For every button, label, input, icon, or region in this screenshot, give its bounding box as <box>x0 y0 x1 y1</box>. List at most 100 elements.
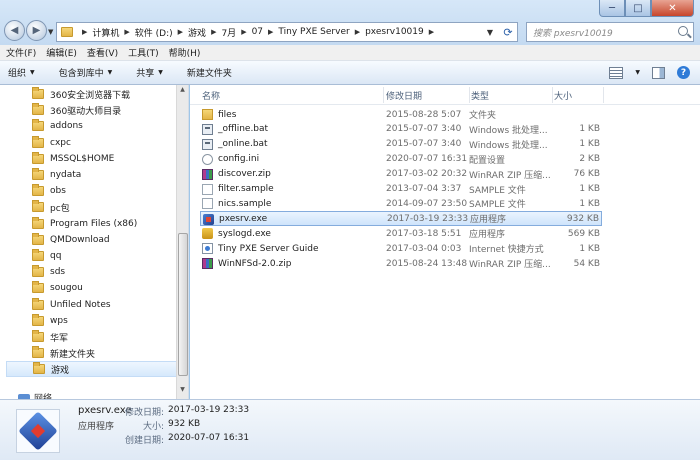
nav-folder-item[interactable]: QMDownload <box>32 232 110 248</box>
column-size-label: 大小 <box>554 91 573 102</box>
column-header-size[interactable]: 大小 <box>554 87 604 103</box>
chevron-right-icon[interactable]: ▶ <box>211 28 216 36</box>
menu-help[interactable]: 帮助(H) <box>169 46 201 59</box>
nav-folder-item[interactable]: qq <box>32 248 61 264</box>
recent-pages-dropdown[interactable]: ▼ <box>48 28 53 36</box>
chevron-right-icon[interactable]: ▶ <box>268 28 273 36</box>
breadcrumb-item[interactable]: 7月 ▶ <box>221 26 251 39</box>
file-date: 2017-03-04 0:03 <box>386 243 462 254</box>
breadcrumb-item[interactable]: 游戏 ▶ <box>188 26 221 39</box>
chevron-down-icon: ▼ <box>107 69 113 76</box>
forward-button[interactable]: ▶ <box>26 20 47 41</box>
nav-folder-item[interactable]: 游戏 <box>6 361 178 378</box>
nav-folder-item[interactable]: Unfiled Notes <box>32 297 111 313</box>
address-dropdown-icon[interactable]: ▼ <box>481 28 499 37</box>
breadcrumb-item[interactable]: 07 ▶ <box>252 26 279 39</box>
nav-folder-item[interactable]: obs <box>32 183 66 199</box>
scrollbar-thumb[interactable] <box>178 233 188 376</box>
file-type: SAMPLE 文件 <box>469 200 526 211</box>
file-row[interactable]: Tiny PXE Server Guide 2017-03-04 0:03 Inte… <box>200 241 602 256</box>
breadcrumb-item[interactable]: 计算机 ▶ <box>92 26 134 39</box>
file-row[interactable]: config.ini 2020-07-07 16:31 配置设置 2 KB <box>200 152 602 167</box>
close-button[interactable]: ✕ <box>651 0 694 17</box>
new-folder-button[interactable]: 新建文件夹 <box>187 66 232 79</box>
nav-folder-label: sds <box>50 267 66 278</box>
details-modified-label: 修改日期: <box>124 408 164 418</box>
nav-folder-label: MSSQL$HOME <box>50 153 115 164</box>
breadcrumb-label: 计算机 <box>92 28 120 39</box>
nav-folder-item[interactable]: cxpc <box>32 135 71 151</box>
organize-button[interactable]: 组织 ▼ <box>8 66 35 79</box>
chevron-right-icon[interactable]: ▶ <box>241 28 246 36</box>
nav-folder-item[interactable]: MSSQL$HOME <box>32 151 114 167</box>
change-view-icon[interactable] <box>609 66 624 79</box>
file-row[interactable]: WinNFSd-2.0.zip 2015-08-24 13:48 WinRAR ZI… <box>200 256 602 271</box>
folder-icon <box>32 168 44 180</box>
minimize-button[interactable]: ─ <box>599 0 625 17</box>
chevron-down-icon: ▼ <box>30 69 35 76</box>
column-header-date[interactable]: 修改日期 <box>386 87 470 103</box>
column-type-label: 类型 <box>471 91 490 102</box>
nav-folder-item[interactable]: sougou <box>32 280 83 296</box>
breadcrumb-item[interactable]: 软件 (D:) ▶ <box>135 26 188 39</box>
chevron-right-icon[interactable]: ▶ <box>178 28 183 36</box>
nav-folder-item[interactable]: 360驱动大师目录 <box>32 102 121 118</box>
views-dropdown-icon[interactable]: ▼ <box>635 69 640 76</box>
chevron-down-icon: ▼ <box>158 69 163 76</box>
scroll-up-icon[interactable]: ▲ <box>177 86 188 98</box>
nav-folder-item[interactable]: nydata <box>32 167 81 183</box>
file-row[interactable]: files 2015-08-28 5:07 文件夹 <box>200 107 602 122</box>
nav-folder-item[interactable]: 360安全浏览器下载 <box>32 86 130 102</box>
chevron-right-icon[interactable]: ▶ <box>355 28 360 36</box>
breadcrumb-item[interactable]: Tiny PXE Server ▶ <box>278 26 365 39</box>
file-row[interactable]: _online.bat 2015-07-07 3:40 Windows 批处理...… <box>200 137 602 152</box>
nav-scrollbar[interactable]: ▲ ▼ <box>176 85 188 399</box>
file-size: 76 KB <box>573 169 600 180</box>
nav-folder-item[interactable]: 新建文件夹 <box>32 345 95 361</box>
scroll-down-icon[interactable]: ▼ <box>177 386 188 398</box>
nav-folder-label: nydata <box>50 170 82 180</box>
chevron-right-icon[interactable]: ▶ <box>429 28 434 36</box>
chevron-right-icon[interactable]: ▶ <box>82 28 87 36</box>
file-row[interactable]: _offline.bat 2015-07-07 3:40 Windows 批处理..… <box>200 122 602 137</box>
file-row[interactable]: pxesrv.exe 2017-03-19 23:33 应用程序 932 KB <box>200 211 602 227</box>
preview-pane-icon[interactable] <box>652 66 665 79</box>
address-bar[interactable]: ▶ 计算机 ▶ 软件 (D:) ▶ 游戏 ▶ 7月 ▶ 07 ▶ Tiny PXE Server ▶ p… <box>56 22 518 42</box>
file-row[interactable]: discover.zip 2017-03-02 20:32 WinRAR ZIP 压… <box>200 167 602 182</box>
include-in-library-label: 包含到库中 <box>58 69 104 79</box>
nav-folder-item[interactable]: 华军 <box>32 329 68 345</box>
search-input[interactable]: 搜索 pxesrv10019 <box>526 22 694 42</box>
file-row[interactable]: filter.sample 2013-07-04 3:37 SAMPLE 文件 1 K… <box>200 182 602 197</box>
nav-folder-item[interactable]: wps <box>32 313 68 329</box>
help-icon[interactable]: ? <box>677 66 690 79</box>
column-header-name[interactable]: 名称 <box>202 87 384 103</box>
search-icon[interactable] <box>678 26 688 36</box>
file-size: 932 KB <box>566 213 599 224</box>
share-button[interactable]: 共享 ▼ <box>136 66 163 79</box>
file-row[interactable]: syslogd.exe 2017-03-18 5:51 应用程序 569 KB <box>200 226 602 241</box>
nav-folder-item[interactable]: pc包 <box>32 199 70 215</box>
nav-folder-item[interactable]: Program Files (x86) <box>32 216 137 232</box>
forward-arrow-icon: ▶ <box>32 25 41 36</box>
menu-file[interactable]: 文件(F) <box>6 46 36 59</box>
column-header-type[interactable]: 类型 <box>471 87 553 103</box>
nav-folder-item[interactable]: sds <box>32 264 65 280</box>
file-date: 2013-07-04 3:37 <box>386 184 462 194</box>
menu-view[interactable]: 查看(V) <box>87 46 118 59</box>
menu-tools[interactable]: 工具(T) <box>128 46 159 59</box>
nav-folder-label: pc包 <box>50 203 70 214</box>
file-type: 应用程序 <box>469 230 506 241</box>
file-type: WinRAR ZIP 压缩... <box>469 170 551 181</box>
folder-icon <box>32 184 44 197</box>
refresh-icon[interactable]: ⟳ <box>499 26 517 39</box>
nav-folder-label: 360安全浏览器下载 <box>50 90 131 101</box>
back-button[interactable]: ◀ <box>4 20 25 41</box>
menu-edit[interactable]: 编辑(E) <box>46 46 77 59</box>
chevron-right-icon[interactable]: ▶ <box>124 28 129 36</box>
nav-folder-item[interactable]: addons <box>32 118 83 134</box>
maximize-button[interactable]: □ <box>625 0 651 17</box>
file-row[interactable]: nics.sample 2014-09-07 23:50 SAMPLE 文件 1 KB <box>200 196 602 211</box>
breadcrumb-item[interactable]: pxesrv10019 ▶ <box>365 26 439 39</box>
folder-icon <box>32 151 44 164</box>
include-in-library-button[interactable]: 包含到库中 ▼ <box>59 66 113 79</box>
